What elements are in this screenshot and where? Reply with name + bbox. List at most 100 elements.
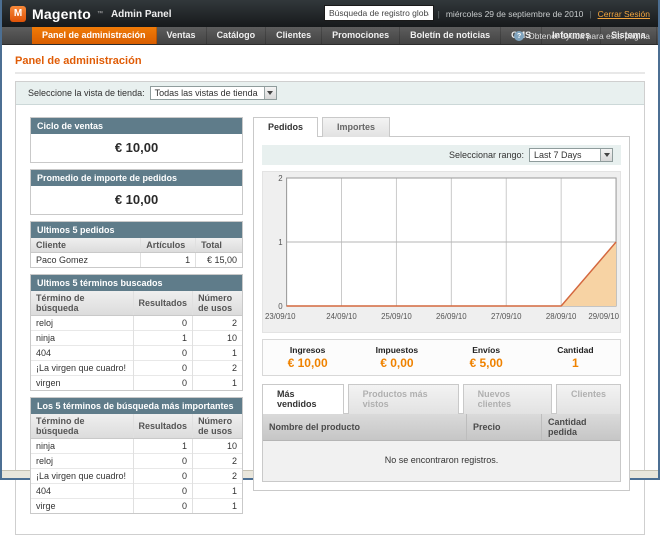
products-grid: Nombre del productoPrecioCantidad pedida… xyxy=(262,413,621,482)
page-title: Panel de administración xyxy=(15,55,645,67)
stat-label: Envíos xyxy=(442,345,531,355)
tab[interactable]: Productos más vistos xyxy=(348,384,459,414)
help-link[interactable]: ? Obtener ayuda para esta página xyxy=(514,31,660,41)
last-search-terms-widget: Ultimos 5 términos buscados Término de b… xyxy=(30,274,243,391)
nav-item[interactable]: Clientes xyxy=(266,27,322,44)
column-header: Nombre del producto xyxy=(263,414,466,441)
table-row[interactable]: 404 0 1 xyxy=(31,346,242,361)
header-divider: | xyxy=(589,9,591,19)
last-orders-widget: Ultimos 5 pedidos ClienteArtículosTotal … xyxy=(30,221,243,268)
uses-cell: 1 xyxy=(193,484,242,499)
tab[interactable]: Importes xyxy=(322,117,390,137)
uses-cell: 1 xyxy=(193,346,242,361)
empty-records-message: No se encontraron registros. xyxy=(263,441,620,482)
column-header: Término de búsqueda xyxy=(31,291,133,316)
results-cell: 1 xyxy=(133,439,193,454)
column-header: Número de usos xyxy=(193,291,242,316)
svg-text:1: 1 xyxy=(278,238,283,247)
top-header: M Magento ™ Admin Panel Accedió como apa… xyxy=(2,0,658,27)
customer-cell: Paco Gomez xyxy=(31,253,141,268)
dropdown-arrow-icon xyxy=(264,87,276,99)
lifetime-sales-value: € 10,00 xyxy=(31,134,242,162)
stat-value: 1 xyxy=(531,356,620,370)
tab[interactable]: Clientes xyxy=(556,384,621,414)
column-header: Resultados xyxy=(133,291,193,316)
help-label: Obtener ayuda para esta página xyxy=(528,31,650,41)
widget-title: Ultimos 5 términos buscados xyxy=(31,275,242,291)
stat-value: € 5,00 xyxy=(442,356,531,370)
svg-text:26/09/10: 26/09/10 xyxy=(436,312,467,321)
svg-text:24/09/10: 24/09/10 xyxy=(326,312,357,321)
tab[interactable]: Más vendidos xyxy=(262,384,344,414)
range-bar: Seleccionar rango: Last 7 Days xyxy=(262,145,621,165)
nav-item[interactable]: Boletín de noticias xyxy=(400,27,501,44)
magento-logo-icon: M xyxy=(10,6,26,22)
range-label: Seleccionar rango: xyxy=(449,150,524,160)
column-header: Resultados xyxy=(133,414,193,439)
current-date-text: miércoles 29 de septiembre de 2010 xyxy=(446,9,584,19)
store-view-select[interactable]: Todas las vistas de tienda xyxy=(150,86,277,100)
stat-value: € 0,00 xyxy=(352,356,441,370)
column-header: Cliente xyxy=(31,238,141,253)
widget-title: Ultimos 5 pedidos xyxy=(31,222,242,238)
column-header: Término de búsqueda xyxy=(31,414,133,439)
search-term-cell: ¡La virgen que cuadro! xyxy=(31,361,133,376)
stat-item: Impuestos € 0,00 xyxy=(352,345,441,370)
search-term-cell: 404 xyxy=(31,484,133,499)
nav-item[interactable]: Ventas xyxy=(157,27,207,44)
widget-title: Ciclo de ventas xyxy=(31,118,242,134)
logo-subtitle: Admin Panel xyxy=(111,9,172,20)
nav-item[interactable]: Panel de administración xyxy=(32,27,157,44)
table-row[interactable]: Paco Gomez 1 € 15,00 xyxy=(31,253,242,268)
items-cell: 1 xyxy=(141,253,196,268)
table-row[interactable]: 404 0 1 xyxy=(31,484,242,499)
tab[interactable]: Pedidos xyxy=(253,117,318,137)
column-header: Cantidad pedida xyxy=(541,414,620,441)
results-cell: 0 xyxy=(133,454,193,469)
column-header: Número de usos xyxy=(193,414,242,439)
tab[interactable]: Nuevos clientes xyxy=(463,384,552,414)
logo-title: Magento xyxy=(32,6,91,22)
range-selected-value: Last 7 Days xyxy=(530,149,600,161)
table-row[interactable]: virgen 0 1 xyxy=(31,376,242,391)
uses-cell: 1 xyxy=(193,499,242,514)
table-row[interactable]: ¡La virgen que cuadro! 0 2 xyxy=(31,361,242,376)
logout-link[interactable]: Cerrar Sesión xyxy=(598,9,650,19)
uses-cell: 2 xyxy=(193,454,242,469)
orders-amounts-tabs: PedidosImportes xyxy=(253,117,630,136)
stat-item: Cantidad 1 xyxy=(531,345,620,370)
results-cell: 0 xyxy=(133,499,193,514)
results-cell: 1 xyxy=(133,331,193,346)
widget-title: Promedio de importe de pedidos xyxy=(31,170,242,186)
average-orders-value: € 10,00 xyxy=(31,186,242,214)
uses-cell: 10 xyxy=(193,331,242,346)
column-header: Total xyxy=(196,238,242,253)
table-row[interactable]: reloj 0 2 xyxy=(31,454,242,469)
stat-label: Ingresos xyxy=(263,345,352,355)
results-cell: 0 xyxy=(133,346,193,361)
nav-item[interactable]: Catálogo xyxy=(207,27,267,44)
uses-cell: 1 xyxy=(193,376,242,391)
svg-text:29/09/10: 29/09/10 xyxy=(588,312,619,321)
search-term-cell: ¡La virgen que cuadro! xyxy=(31,469,133,484)
table-row[interactable]: ¡La virgen que cuadro! 0 2 xyxy=(31,469,242,484)
dashboard-container: Seleccione la vista de tienda: Todas las… xyxy=(15,81,645,535)
column-header: Artículos xyxy=(141,238,196,253)
bottom-grids-tabs: Más vendidosProductos más vistosNuevos c… xyxy=(262,384,621,413)
stat-item: Ingresos € 10,00 xyxy=(263,345,352,370)
stat-value: € 10,00 xyxy=(263,356,352,370)
nav-item[interactable]: Promociones xyxy=(322,27,400,44)
range-select[interactable]: Last 7 Days xyxy=(529,148,613,162)
table-row[interactable]: ninja 1 10 xyxy=(31,331,242,346)
global-search-input[interactable] xyxy=(324,5,434,21)
stat-item: Envíos € 5,00 xyxy=(442,345,531,370)
table-row[interactable]: virge 0 1 xyxy=(31,499,242,514)
total-cell: € 15,00 xyxy=(196,253,242,268)
title-divider xyxy=(15,72,645,74)
table-row[interactable]: ninja 1 10 xyxy=(31,439,242,454)
search-term-cell: ninja xyxy=(31,439,133,454)
results-cell: 0 xyxy=(133,376,193,391)
orders-panel: Seleccionar rango: Last 7 Days 01223/09/… xyxy=(253,136,630,491)
table-row[interactable]: reloj 0 2 xyxy=(31,316,242,331)
uses-cell: 2 xyxy=(193,316,242,331)
